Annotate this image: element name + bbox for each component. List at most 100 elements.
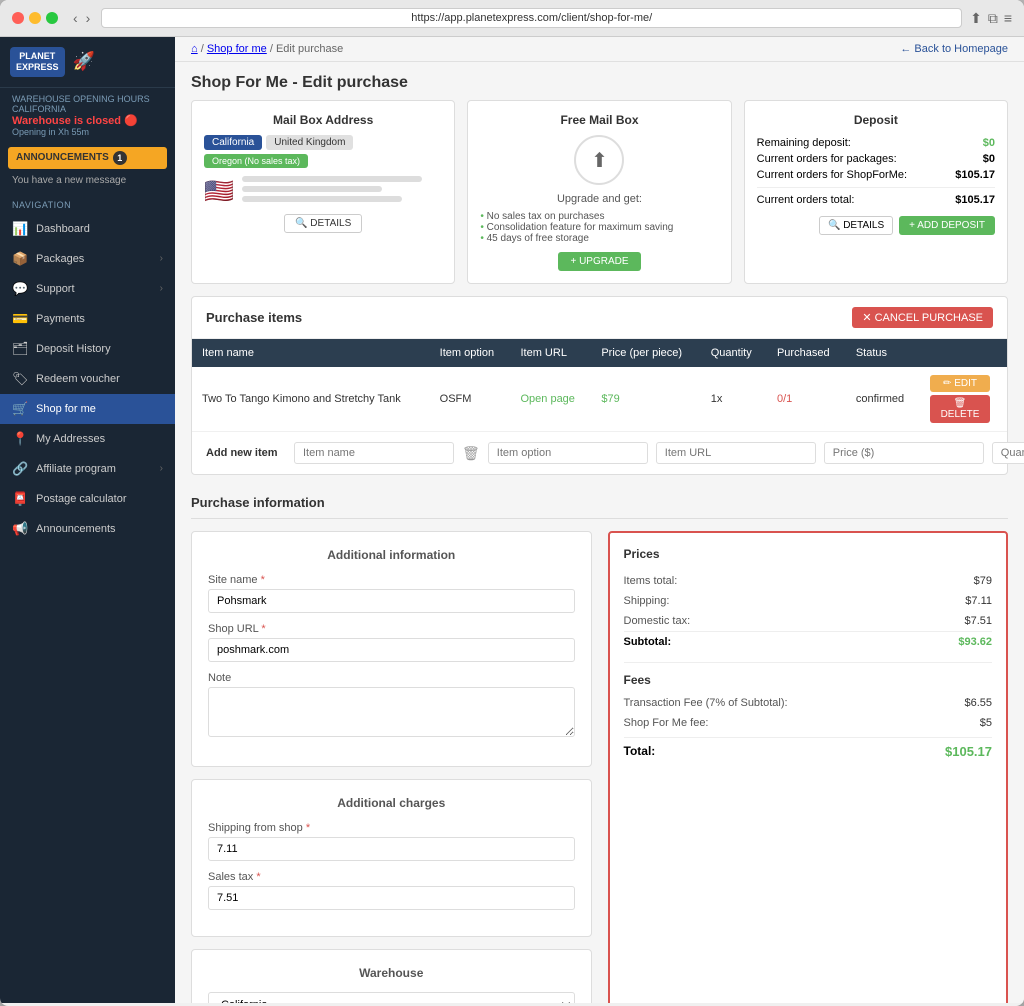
edit-item-button[interactable]: ✏ EDIT [930,375,990,392]
sidebar-item-support[interactable]: 💬 Support › [0,274,175,304]
announcements-label: ANNOUNCEMENTS [16,152,109,163]
sidebar-item-shop-for-me[interactable]: 🛒 Shop for me [0,394,175,424]
shop-fee-value: $5 [980,717,992,729]
breadcrumb-shop[interactable]: Shop for me [207,43,267,55]
upgrade-title: Free Mail Box [480,113,718,127]
delete-item-button[interactable]: 🗑 DELETE [930,395,990,423]
shop-icon: 🛒 [12,401,28,417]
feature-2: Consolidation feature for maximum saving [480,222,718,233]
browser-nav-arrows: ‹ › [70,10,93,26]
upgrade-icon: ⬆ [574,135,624,185]
warehouse-select[interactable]: California [208,992,575,1003]
logo-area: PLANET EXPRESS 🚀 [0,37,175,88]
site-name-input[interactable] [208,589,575,613]
additional-charges-title: Additional charges [208,796,575,810]
upgrade-features: No sales tax on purchases Consolidation … [480,211,718,244]
sidebar-item-label: My Addresses [36,433,105,445]
open-page-link[interactable]: Open page [520,393,574,405]
cancel-purchase-button[interactable]: ✕ CANCEL PURCHASE [852,307,993,328]
fees-title: Fees [624,662,993,687]
announcements-bar[interactable]: ANNOUNCEMENTS 1 [8,147,167,169]
sales-tax-label: Sales tax * [208,871,575,883]
upgrade-button[interactable]: + UPGRADE [558,252,640,271]
tabs-button[interactable]: ⧉ [988,10,998,27]
transaction-fee-row: Transaction Fee (7% of Subtotal): $6.55 [624,693,993,713]
shop-url-input[interactable] [208,638,575,662]
col-quantity: Quantity [701,339,767,367]
subtotal-row: Subtotal: $93.62 [624,631,993,652]
sidebar-item-deposit-history[interactable]: 🗂 Deposit History [0,334,175,364]
col-price: Price (per piece) [591,339,700,367]
share-button[interactable]: ⬆ [970,10,982,27]
address-bar[interactable]: https://app.planetexpress.com/client/sho… [101,8,962,28]
deposit-actions: 🔍 DETAILS + ADD DEPOSIT [757,216,995,235]
back-to-homepage[interactable]: ← Back to Homepage [900,43,1008,55]
payments-icon: 💳 [12,311,28,327]
table-row: Two To Tango Kimono and Stretchy Tank OS… [192,367,1007,432]
deposit-shop-label: Current orders for ShopForMe: [757,169,907,181]
tab-oregon[interactable]: Oregon (No sales tax) [204,154,308,168]
subtotal-label: Subtotal: [624,636,672,648]
sidebar-item-label: Announcements [36,523,116,535]
dashboard-icon: 📊 [12,221,28,237]
total-row: Total: $105.17 [624,737,993,765]
forward-arrow[interactable]: › [83,10,94,26]
minimize-button[interactable] [29,12,41,24]
cell-item-name: Two To Tango Kimono and Stretchy Tank [192,367,430,432]
col-actions [920,339,1007,367]
cell-purchased: 0/1 [767,367,846,432]
back-arrow[interactable]: ‹ [70,10,81,26]
sales-tax-input[interactable] [208,886,575,910]
items-total-label: Items total: [624,575,678,587]
tab-uk[interactable]: United Kingdom [266,135,353,150]
maximize-button[interactable] [46,12,58,24]
item-price-input[interactable] [824,442,984,464]
sidebar-item-packages[interactable]: 📦 Packages › [0,244,175,274]
chevron-right-icon: › [160,463,163,474]
col-item-url: Item URL [510,339,591,367]
chevron-right-icon: › [160,283,163,294]
shipping-input[interactable] [208,837,575,861]
sidebar-item-label: Redeem voucher [36,373,120,385]
note-input[interactable] [208,687,575,737]
menu-button[interactable]: ≡ [1004,10,1012,27]
cell-item-url: Open page [510,367,591,432]
sidebar-item-announcements[interactable]: 📢 Announcements [0,514,175,544]
sidebar-item-label: Dashboard [36,223,90,235]
item-quantity-input[interactable] [992,442,1024,464]
sidebar-item-label: Affiliate program [36,463,116,475]
breadcrumb-home[interactable]: ⌂ [191,43,198,55]
sidebar-item-dashboard[interactable]: 📊 Dashboard [0,214,175,244]
upgrade-card: Free Mail Box ⬆ Upgrade and get: No sale… [467,100,731,284]
mailbox-details-button[interactable]: 🔍 DETAILS [284,214,362,233]
deposit-packages-row: Current orders for packages: $0 [757,151,995,167]
tab-california[interactable]: California [204,135,262,150]
sidebar-item-payments[interactable]: 💳 Payments [0,304,175,334]
address-area: 🇺🇸 [204,176,442,206]
address-line-2 [242,186,382,192]
site-name-group: Site name * [208,574,575,613]
item-option-input[interactable] [488,442,648,464]
item-name-input[interactable] [294,442,454,464]
item-url-input[interactable] [656,442,816,464]
sidebar-item-addresses[interactable]: 📍 My Addresses [0,424,175,454]
sidebar-item-label: Shop for me [36,403,96,415]
cell-actions: ✏ EDIT 🗑 DELETE [920,367,1007,432]
sidebar-item-affiliate[interactable]: 🔗 Affiliate program › [0,454,175,484]
domestic-tax-value: $7.51 [964,615,992,627]
deposit-remaining-value: $0 [983,137,995,149]
breadcrumb: ⌂ / Shop for me / Edit purchase ← Back t… [175,37,1024,62]
deposit-details-button[interactable]: 🔍 DETAILS [819,216,893,235]
prices-title: Prices [624,547,993,561]
add-deposit-button[interactable]: + ADD DEPOSIT [899,216,995,235]
shop-url-group: Shop URL * [208,623,575,662]
add-item-row: Add new item 🗑 + ADD NEW ITEM [192,432,1007,474]
sidebar-item-redeem-voucher[interactable]: 🏷 Redeem voucher [0,364,175,394]
items-total-value: $79 [974,575,992,587]
shipping-label: Shipping from shop * [208,822,575,834]
additional-info-section: Additional information Site name * [191,531,592,767]
mailbox-tabs: California United Kingdom Oregon (No sal… [204,135,442,168]
sidebar-item-postage[interactable]: 📮 Postage calculator [0,484,175,514]
additional-charges-section: Additional charges Shipping from shop * [191,779,592,937]
close-button[interactable] [12,12,24,24]
